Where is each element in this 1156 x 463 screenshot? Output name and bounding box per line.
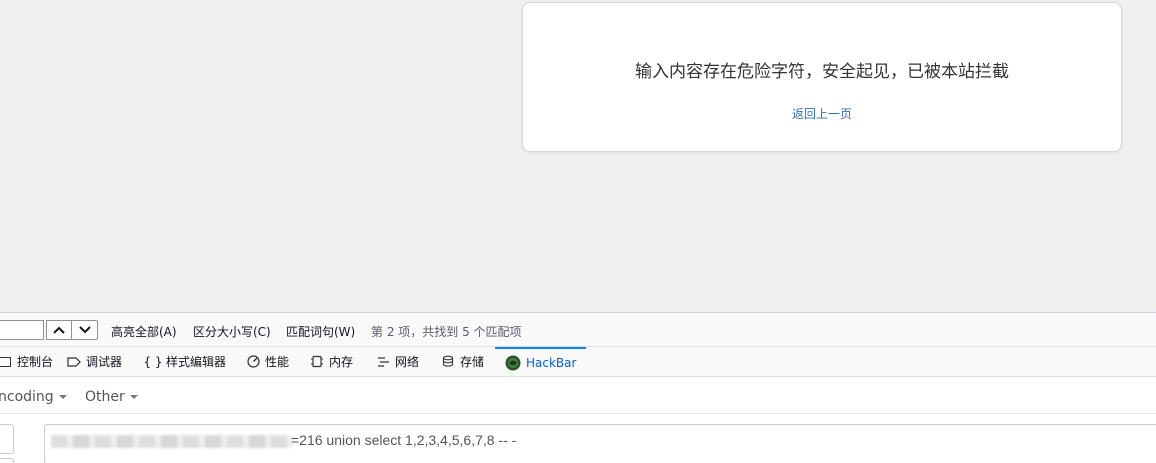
find-input[interactable]: [0, 320, 44, 340]
redacted-url-host: [51, 435, 293, 448]
chevron-up-icon: [53, 326, 65, 334]
url-query-text: =216 union select 1,2,3,4,5,6,7,8 -- -: [291, 432, 517, 448]
devtools-tab-strip: 控制台 调试器 { } 样式编辑器 性能 内存 网络 存储 HackBar: [0, 347, 1156, 377]
tab-hackbar[interactable]: HackBar: [495, 347, 587, 376]
caret-down-icon: [58, 395, 67, 399]
tab-network[interactable]: 网络: [376, 347, 419, 376]
hackbar-body: =216 union select 1,2,3,4,5,6,7,8 -- -: [0, 414, 1156, 463]
alert-card: 输入内容存在危险字符，安全起见，已被本站拦截 返回上一页: [522, 2, 1122, 152]
tab-performance-label: 性能: [265, 355, 290, 369]
tab-storage[interactable]: 存储: [441, 347, 484, 376]
back-link[interactable]: 返回上一页: [523, 105, 1121, 122]
console-icon: [0, 355, 12, 369]
tab-storage-label: 存储: [460, 355, 485, 369]
whole-words-option[interactable]: 匹配词句(W): [286, 323, 355, 340]
hackbar-toolbar: ncoding Other: [0, 377, 1156, 414]
find-next-button[interactable]: [72, 320, 98, 340]
tab-network-label: 网络: [395, 355, 420, 369]
split-url-button[interactable]: [0, 458, 14, 463]
web-page-content: 输入内容存在危险字符，安全起见，已被本站拦截 返回上一页: [0, 0, 1156, 312]
network-icon: [376, 355, 390, 369]
highlight-all-option[interactable]: 高亮全部(A): [111, 323, 177, 340]
performance-icon: [246, 355, 260, 369]
tab-style-editor[interactable]: { } 样式编辑器: [143, 347, 227, 376]
tab-debugger-label: 调试器: [86, 355, 123, 369]
tab-hackbar-label: HackBar: [526, 355, 577, 370]
find-previous-button[interactable]: [46, 320, 72, 340]
match-case-option[interactable]: 区分大小写(C): [193, 323, 271, 340]
other-menu-label: Other: [85, 389, 125, 405]
encoding-menu-label: ncoding: [0, 389, 54, 405]
alert-message: 输入内容存在危险字符，安全起见，已被本站拦截: [635, 62, 1009, 82]
tab-memory-label: 内存: [329, 355, 354, 369]
caret-down-icon: [129, 395, 138, 399]
tab-debugger[interactable]: 调试器: [67, 347, 122, 376]
storage-icon: [441, 355, 455, 369]
braces-icon: { }: [143, 354, 163, 369]
url-textarea[interactable]: =216 union select 1,2,3,4,5,6,7,8 -- -: [44, 424, 1156, 463]
hackbar-icon: [505, 355, 521, 371]
tab-style-editor-label: 样式编辑器: [166, 355, 227, 369]
tab-console[interactable]: 控制台: [0, 347, 53, 376]
load-url-button[interactable]: [0, 424, 14, 454]
chevron-down-icon: [78, 326, 91, 334]
memory-icon: [310, 355, 324, 369]
find-bar: 高亮全部(A) 区分大小写(C) 匹配词句(W) 第 2 项，共找到 5 个匹配…: [0, 312, 1156, 347]
other-menu[interactable]: Other: [85, 389, 138, 405]
find-status: 第 2 项，共找到 5 个匹配项: [371, 325, 522, 339]
tab-performance[interactable]: 性能: [246, 347, 289, 376]
encoding-menu[interactable]: ncoding: [0, 389, 67, 405]
debugger-icon: [67, 355, 81, 369]
tab-memory[interactable]: 内存: [310, 347, 353, 376]
browser-window: 输入内容存在危险字符，安全起见，已被本站拦截 返回上一页 高亮全部(A) 区分大…: [0, 0, 1156, 463]
tab-console-label: 控制台: [17, 355, 54, 369]
